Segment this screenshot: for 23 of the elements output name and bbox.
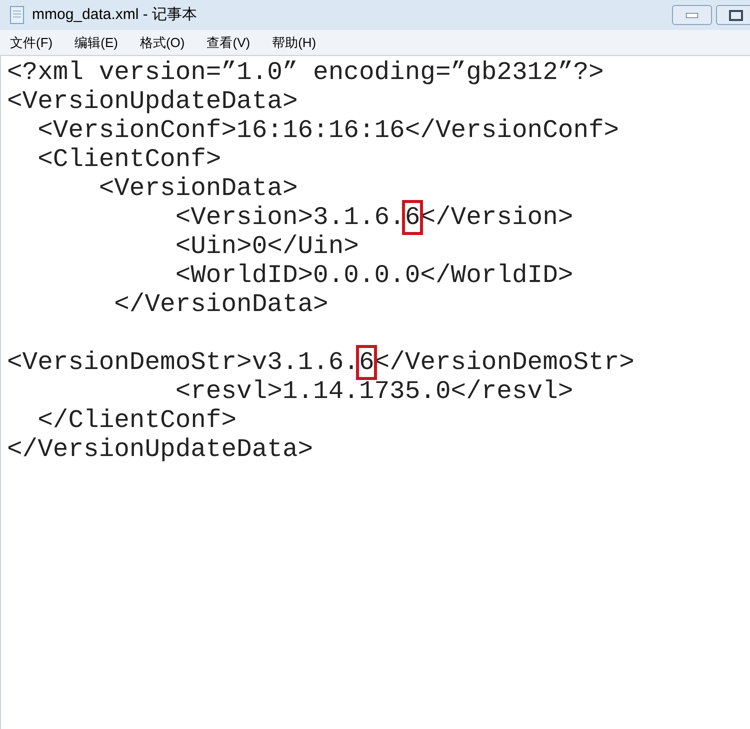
- code-line: <VersionData>: [98, 174, 298, 203]
- code-line: </VersionUpdateData>: [7, 435, 314, 464]
- menu-item[interactable]: 编辑(E): [70, 32, 122, 52]
- menu-item[interactable]: 查看(V): [202, 32, 254, 52]
- menu-item[interactable]: 文件(F): [6, 32, 57, 52]
- code-line: <Uin>0</Uin>: [174, 232, 359, 261]
- menu-item[interactable]: 格式(O): [136, 32, 189, 52]
- menu-item[interactable]: 帮助(H): [268, 32, 320, 52]
- code-line: <resvl>1.14.1735.0</resvl>: [174, 377, 574, 406]
- code-line: <?xml version=”1.0” encoding=”gb2312”?>: [7, 58, 604, 87]
- window-title: mmog_data.xml - 记事本: [32, 4, 198, 25]
- maximize-button[interactable]: [716, 5, 750, 25]
- code-line: </ClientConf>: [36, 406, 237, 435]
- code-line: <ClientConf>: [36, 145, 222, 174]
- maximize-icon: [729, 10, 743, 20]
- code-line: <VersionDemoStr>v3.1.6.6</VersionDemoStr>: [7, 348, 634, 377]
- code-line: <VersionUpdateData>: [7, 87, 298, 116]
- code-line: <Version>3.1.6.6</Version>: [174, 203, 574, 232]
- code-line: <VersionConf>16:16:16:16</VersionConf>: [36, 116, 620, 145]
- code-line: </VersionData>: [113, 290, 328, 319]
- minimize-icon: [686, 12, 698, 18]
- notepad-icon: [10, 6, 24, 24]
- code-line: <WorldID>0.0.0.0</WorldID>: [174, 261, 574, 290]
